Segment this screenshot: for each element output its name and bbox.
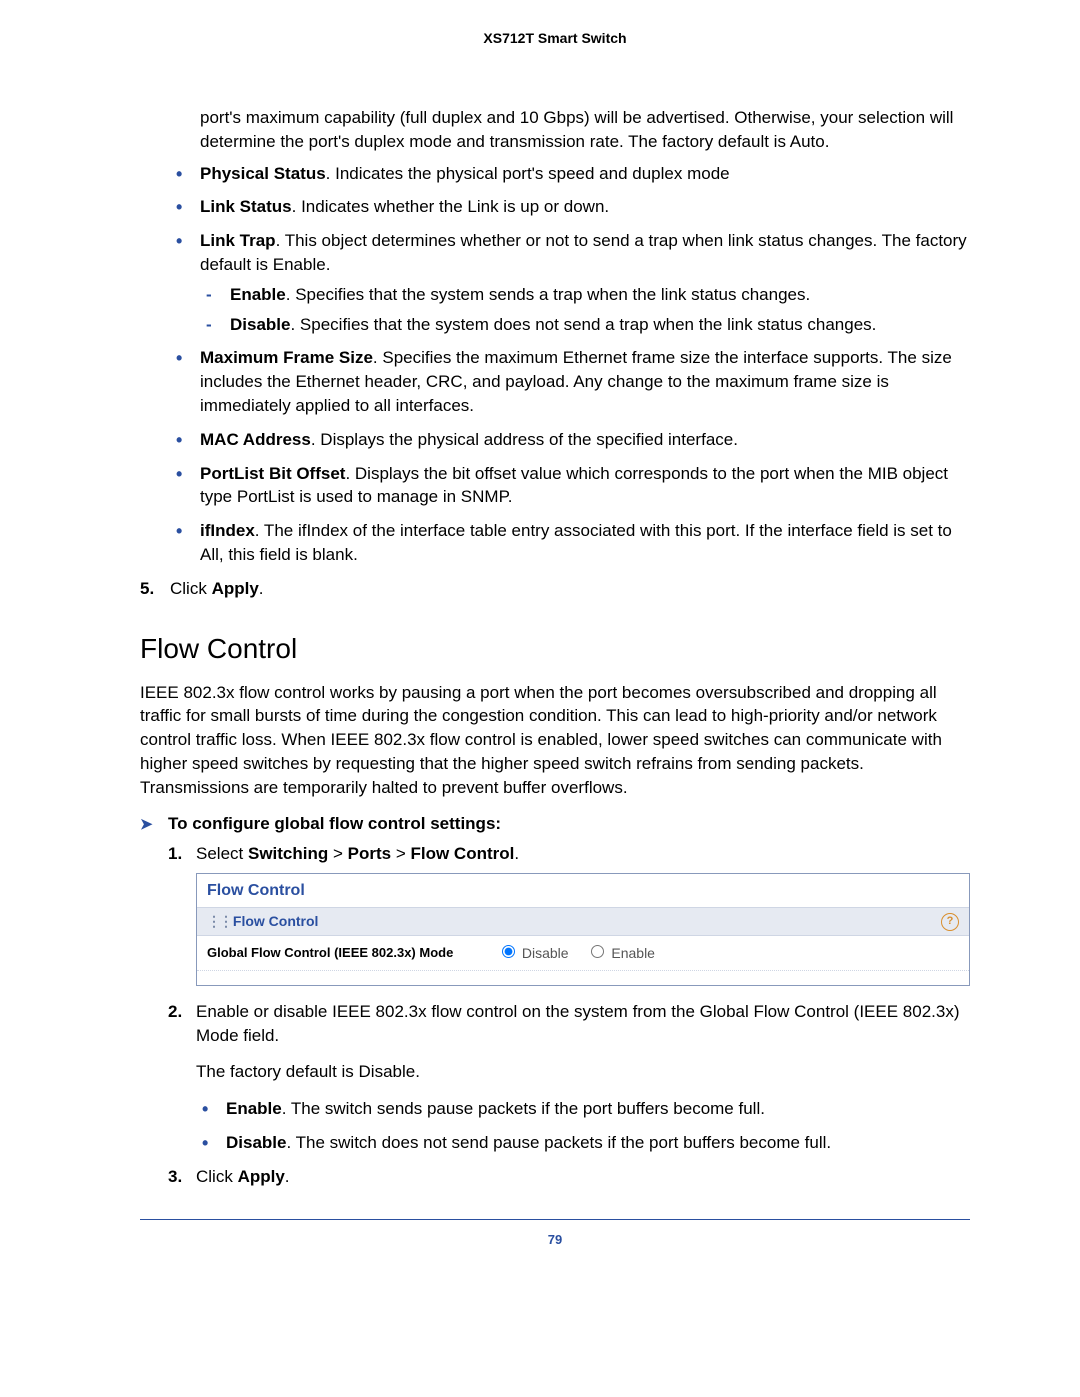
nav-path-part: Switching bbox=[248, 844, 328, 863]
step-item: 5. Click Apply. bbox=[140, 577, 970, 601]
radio-enable-label: Enable bbox=[611, 945, 655, 961]
step-text-bold: Apply bbox=[212, 579, 259, 598]
nav-path-part: Flow Control bbox=[410, 844, 514, 863]
list-item: Enable. Specifies that the system sends … bbox=[200, 283, 970, 307]
nav-path-part: Ports bbox=[348, 844, 391, 863]
list-item: Disable. Specifies that the system does … bbox=[200, 313, 970, 337]
help-icon[interactable]: ? bbox=[941, 913, 959, 931]
radio-enable-input[interactable] bbox=[591, 945, 604, 958]
panel-row: Global Flow Control (IEEE 802.3x) Mode D… bbox=[197, 936, 969, 971]
item-label: Maximum Frame Size bbox=[200, 348, 373, 367]
nav-sep: > bbox=[328, 844, 347, 863]
list-item: Link Trap. This object determines whethe… bbox=[170, 229, 970, 336]
list-item: Enable. The switch sends pause packets i… bbox=[196, 1097, 970, 1121]
footer-rule bbox=[140, 1219, 970, 1220]
item-label: Link Trap bbox=[200, 231, 276, 250]
link-trap-sublist: Enable. Specifies that the system sends … bbox=[200, 283, 970, 337]
step-text: Enable or disable IEEE 802.3x flow contr… bbox=[196, 1002, 959, 1045]
continuation-paragraph: port's maximum capability (full duplex a… bbox=[200, 106, 970, 154]
item-text: . The switch sends pause packets if the … bbox=[282, 1099, 765, 1118]
nav-sep: > bbox=[391, 844, 410, 863]
radio-option-enable[interactable]: Enable bbox=[586, 945, 654, 961]
procedure-steps: 1. Select Switching > Ports > Flow Contr… bbox=[168, 842, 970, 1189]
radio-disable-input[interactable] bbox=[502, 945, 515, 958]
procedure-heading: To configure global flow control setting… bbox=[140, 814, 970, 834]
item-label: Disable bbox=[230, 315, 290, 334]
item-text: . This object determines whether or not … bbox=[200, 231, 967, 274]
item-text: . Displays the physical address of the s… bbox=[311, 430, 738, 449]
list-item: MAC Address. Displays the physical addre… bbox=[170, 428, 970, 452]
panel-footer-space bbox=[197, 971, 969, 985]
row-controls: Disable Enable bbox=[497, 942, 669, 964]
step-item: 1. Select Switching > Ports > Flow Contr… bbox=[168, 842, 970, 986]
flow-control-intro: IEEE 802.3x flow control works by pausin… bbox=[140, 681, 970, 800]
step-text-pre: Click bbox=[170, 579, 212, 598]
page-number: 79 bbox=[140, 1232, 970, 1247]
item-text: . Specifies that the system sends a trap… bbox=[286, 285, 810, 304]
panel-section-label: Flow Control bbox=[207, 912, 318, 932]
doc-header-title: XS712T Smart Switch bbox=[140, 30, 970, 46]
panel-section-bar: Flow Control ? bbox=[197, 907, 969, 937]
item-text: . The ifIndex of the interface table ent… bbox=[200, 521, 952, 564]
enable-disable-list: Enable. The switch sends pause packets i… bbox=[196, 1097, 970, 1155]
row-label: Global Flow Control (IEEE 802.3x) Mode bbox=[207, 944, 497, 962]
item-text: . Specifies that the system does not sen… bbox=[290, 315, 876, 334]
port-attribute-list: Physical Status. Indicates the physical … bbox=[170, 162, 970, 567]
item-label: Physical Status bbox=[200, 164, 326, 183]
page: XS712T Smart Switch port's maximum capab… bbox=[0, 0, 1080, 1277]
item-label: Enable bbox=[230, 285, 286, 304]
list-item: Physical Status. Indicates the physical … bbox=[170, 162, 970, 186]
step-number: 3. bbox=[168, 1165, 182, 1189]
list-item: Disable. The switch does not send pause … bbox=[196, 1131, 970, 1155]
step-text-post: . bbox=[514, 844, 519, 863]
list-item: ifIndex. The ifIndex of the interface ta… bbox=[170, 519, 970, 567]
radio-option-disable[interactable]: Disable bbox=[497, 945, 572, 961]
panel-title: Flow Control bbox=[197, 874, 969, 906]
step-item: 2. Enable or disable IEEE 802.3x flow co… bbox=[168, 1000, 970, 1155]
item-label: Disable bbox=[226, 1133, 286, 1152]
step-number: 2. bbox=[168, 1000, 182, 1024]
item-label: Enable bbox=[226, 1099, 282, 1118]
item-text: . Indicates whether the Link is up or do… bbox=[292, 197, 610, 216]
step-list-continued: 5. Click Apply. bbox=[140, 577, 970, 601]
radio-disable-label: Disable bbox=[522, 945, 569, 961]
item-label: MAC Address bbox=[200, 430, 311, 449]
step-number: 5. bbox=[140, 577, 154, 601]
item-label: Link Status bbox=[200, 197, 292, 216]
step-number: 1. bbox=[168, 842, 182, 866]
item-label: PortList Bit Offset bbox=[200, 464, 345, 483]
step-text-bold: Apply bbox=[238, 1167, 285, 1186]
step-text-pre: Click bbox=[196, 1167, 238, 1186]
step-text: Select bbox=[196, 844, 248, 863]
step-text-post: . bbox=[285, 1167, 290, 1186]
section-heading-flow-control: Flow Control bbox=[140, 633, 970, 665]
list-item: Link Status. Indicates whether the Link … bbox=[170, 195, 970, 219]
step-item: 3. Click Apply. bbox=[168, 1165, 970, 1189]
list-item: Maximum Frame Size. Specifies the maximu… bbox=[170, 346, 970, 417]
item-text: . The switch does not send pause packets… bbox=[286, 1133, 831, 1152]
item-label: ifIndex bbox=[200, 521, 255, 540]
list-item: PortList Bit Offset. Displays the bit of… bbox=[170, 462, 970, 510]
item-text: . Indicates the physical port's speed an… bbox=[326, 164, 730, 183]
step-note: The factory default is Disable. bbox=[196, 1060, 970, 1084]
step-text-post: . bbox=[259, 579, 264, 598]
flow-control-panel: Flow Control Flow Control ? Global Flow … bbox=[196, 873, 970, 986]
